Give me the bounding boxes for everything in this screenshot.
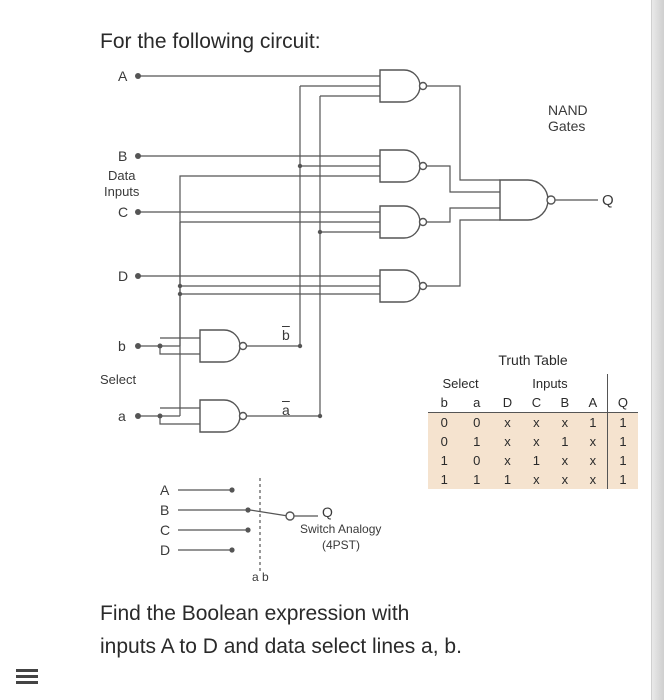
- truth-table-grid: Select Inputs b a D C B A Q 0 0 x: [428, 374, 638, 489]
- bottom-prompt: Find the Boolean expression with inputs …: [100, 598, 644, 663]
- bottom-line2: inputs A to D and data select lines a, b…: [100, 631, 644, 664]
- tt-col-a: a: [461, 393, 494, 413]
- tt-col-A: A: [579, 393, 608, 413]
- tt-col-B: B: [551, 393, 579, 413]
- truth-table: Truth Table Select Inputs b a D C B A Q: [428, 352, 638, 489]
- prompt-title: For the following circuit:: [100, 30, 644, 54]
- nand-line1: NAND: [548, 102, 588, 118]
- truth-table-title: Truth Table: [428, 352, 638, 368]
- data-inputs-label2: Inputs: [104, 184, 139, 199]
- input-label-B: B: [118, 148, 127, 164]
- input-label-D: D: [118, 268, 128, 284]
- select-label-a: a: [118, 408, 126, 424]
- tt-col-b: b: [428, 393, 461, 413]
- input-label-C: C: [118, 204, 128, 220]
- main-content: For the following circuit: A B Data Inpu…: [0, 0, 664, 683]
- tt-group-select: Select: [428, 374, 493, 393]
- table-row: 0 0 x x x 1 1: [428, 413, 638, 433]
- input-label-A: A: [118, 68, 127, 84]
- select-label: Select: [100, 372, 136, 387]
- tt-col-D: D: [493, 393, 522, 413]
- select-label-b: b: [118, 338, 126, 354]
- tt-col-C: C: [522, 393, 551, 413]
- nand-line2: Gates: [548, 118, 588, 134]
- tt-group-inputs: Inputs: [493, 374, 607, 393]
- switch-svg: [160, 480, 460, 600]
- nand-gates-label: NAND Gates: [548, 102, 588, 134]
- data-inputs-label1: Data: [108, 168, 135, 183]
- bottom-line1: Find the Boolean expression with: [100, 598, 644, 631]
- a-bar-label: a: [282, 402, 290, 418]
- table-row: 1 1 1 x x x 1: [428, 470, 638, 489]
- tt-col-Q: Q: [607, 393, 638, 413]
- table-row: 1 0 x 1 x x 1: [428, 451, 638, 470]
- output-label-Q: Q: [602, 192, 614, 209]
- tt-group-q: [607, 374, 638, 393]
- table-row: 0 1 x x 1 x 1: [428, 432, 638, 451]
- b-bar-label: b: [282, 327, 290, 343]
- menu-icon[interactable]: [16, 666, 38, 684]
- circuit-diagram: A B Data Inputs C D b Select a b a NAND …: [100, 62, 620, 592]
